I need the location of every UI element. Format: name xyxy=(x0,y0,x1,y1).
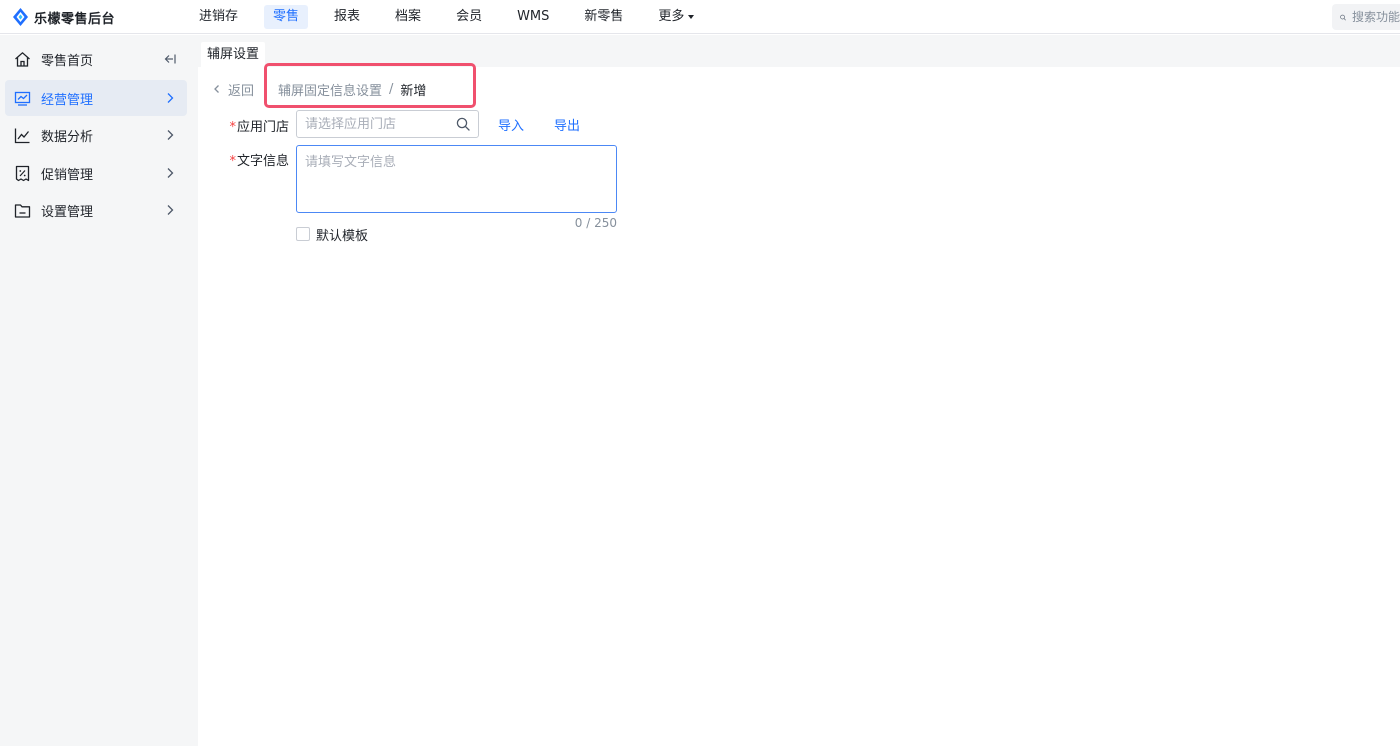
default-template-option[interactable]: 默认模板 xyxy=(296,224,368,244)
nav-item-label: WMS xyxy=(517,9,550,24)
nav-item-label: 新零售 xyxy=(584,9,624,24)
store-select-input[interactable] xyxy=(305,116,456,132)
nav-item-more[interactable]: 更多 xyxy=(649,5,703,29)
sidebar-item-settings-management[interactable]: 设置管理 xyxy=(5,192,187,228)
nav-item-label: 更多 xyxy=(658,9,685,24)
main-content: 辅屏设置 返回 辅屏固定信息设置 / 新增 *应用门店 导入 导出 *文字信息 … xyxy=(198,35,1400,746)
line-chart-icon xyxy=(14,128,30,143)
store-field-label: *应用门店 xyxy=(198,116,289,135)
nav-item-archives[interactable]: 档案 xyxy=(386,5,430,29)
search-icon xyxy=(1340,14,1346,20)
monitor-chart-icon xyxy=(14,91,31,106)
promo-tag-icon xyxy=(15,165,30,181)
sidebar-item-label: 数据分析 xyxy=(41,129,94,145)
sidebar-item-label: 经营管理 xyxy=(41,92,94,108)
nav-item-wms[interactable]: WMS xyxy=(508,5,558,29)
sidebar-item-label: 促销管理 xyxy=(41,167,94,183)
sidebar-item-business-management[interactable]: 经营管理 xyxy=(5,80,187,116)
chevron-right-icon xyxy=(167,168,174,178)
nav-item-label: 会员 xyxy=(456,9,483,24)
required-mark: * xyxy=(229,120,236,135)
default-template-checkbox[interactable] xyxy=(296,227,310,241)
back-label: 返回 xyxy=(228,83,255,99)
chevron-left-icon xyxy=(214,85,219,93)
nav-item-label: 零售 xyxy=(273,9,300,24)
main-nav: 进销存 零售 报表 档案 会员 WMS 新零售 更多 xyxy=(190,0,720,34)
nav-item-reports[interactable]: 报表 xyxy=(325,5,369,29)
char-counter: 0 / 250 xyxy=(574,216,617,230)
collapse-icon[interactable] xyxy=(163,52,177,66)
folder-icon xyxy=(14,203,31,218)
search-icon[interactable] xyxy=(456,117,470,131)
sidebar-item-promotion-management[interactable]: 促销管理 xyxy=(5,155,187,191)
home-icon xyxy=(15,51,30,67)
text-info-label-text: 文字信息 xyxy=(236,154,289,169)
nav-item-label: 档案 xyxy=(395,9,422,24)
caret-down-icon xyxy=(688,15,695,19)
global-search-input[interactable] xyxy=(1352,10,1400,24)
import-button[interactable]: 导入 xyxy=(498,115,524,134)
brand[interactable]: 乐檬零售后台 xyxy=(13,6,115,28)
chevron-right-icon xyxy=(167,130,174,140)
brand-name: 乐檬零售后台 xyxy=(34,11,116,27)
annotation-highlight-box xyxy=(264,63,476,108)
brand-logo-icon xyxy=(13,8,28,26)
nav-item-new-retail[interactable]: 新零售 xyxy=(575,5,632,29)
required-mark: * xyxy=(229,154,236,169)
text-info-textarea[interactable] xyxy=(296,145,617,213)
sidebar-item-label: 设置管理 xyxy=(41,204,94,220)
global-search[interactable] xyxy=(1332,4,1400,30)
nav-item-retail[interactable]: 零售 xyxy=(264,5,309,29)
top-bar: 乐檬零售后台 进销存 零售 报表 档案 会员 WMS 新零售 更多 xyxy=(0,0,1400,34)
sidebar-item-retail-home[interactable]: 零售首页 xyxy=(5,41,187,77)
store-label-text: 应用门店 xyxy=(236,120,289,135)
store-select[interactable] xyxy=(296,110,479,138)
nav-item-members[interactable]: 会员 xyxy=(447,5,491,29)
sidebar: 零售首页 经营管理 数据分析 促销管理 设置管理 xyxy=(0,35,198,746)
sidebar-item-label: 零售首页 xyxy=(41,53,94,69)
nav-item-label: 报表 xyxy=(334,9,361,24)
sidebar-item-data-analysis[interactable]: 数据分析 xyxy=(5,117,187,153)
text-info-field-label: *文字信息 xyxy=(198,150,289,169)
tab-secondary-screen-settings[interactable]: 辅屏设置 xyxy=(201,42,266,67)
chevron-right-icon xyxy=(167,205,174,215)
back-button[interactable]: 返回 xyxy=(212,79,254,99)
nav-item-inventory[interactable]: 进销存 xyxy=(190,5,247,29)
nav-item-label: 进销存 xyxy=(199,9,239,24)
chevron-right-icon xyxy=(167,93,174,103)
default-template-label: 默认模板 xyxy=(316,228,369,244)
export-button[interactable]: 导出 xyxy=(554,115,580,134)
